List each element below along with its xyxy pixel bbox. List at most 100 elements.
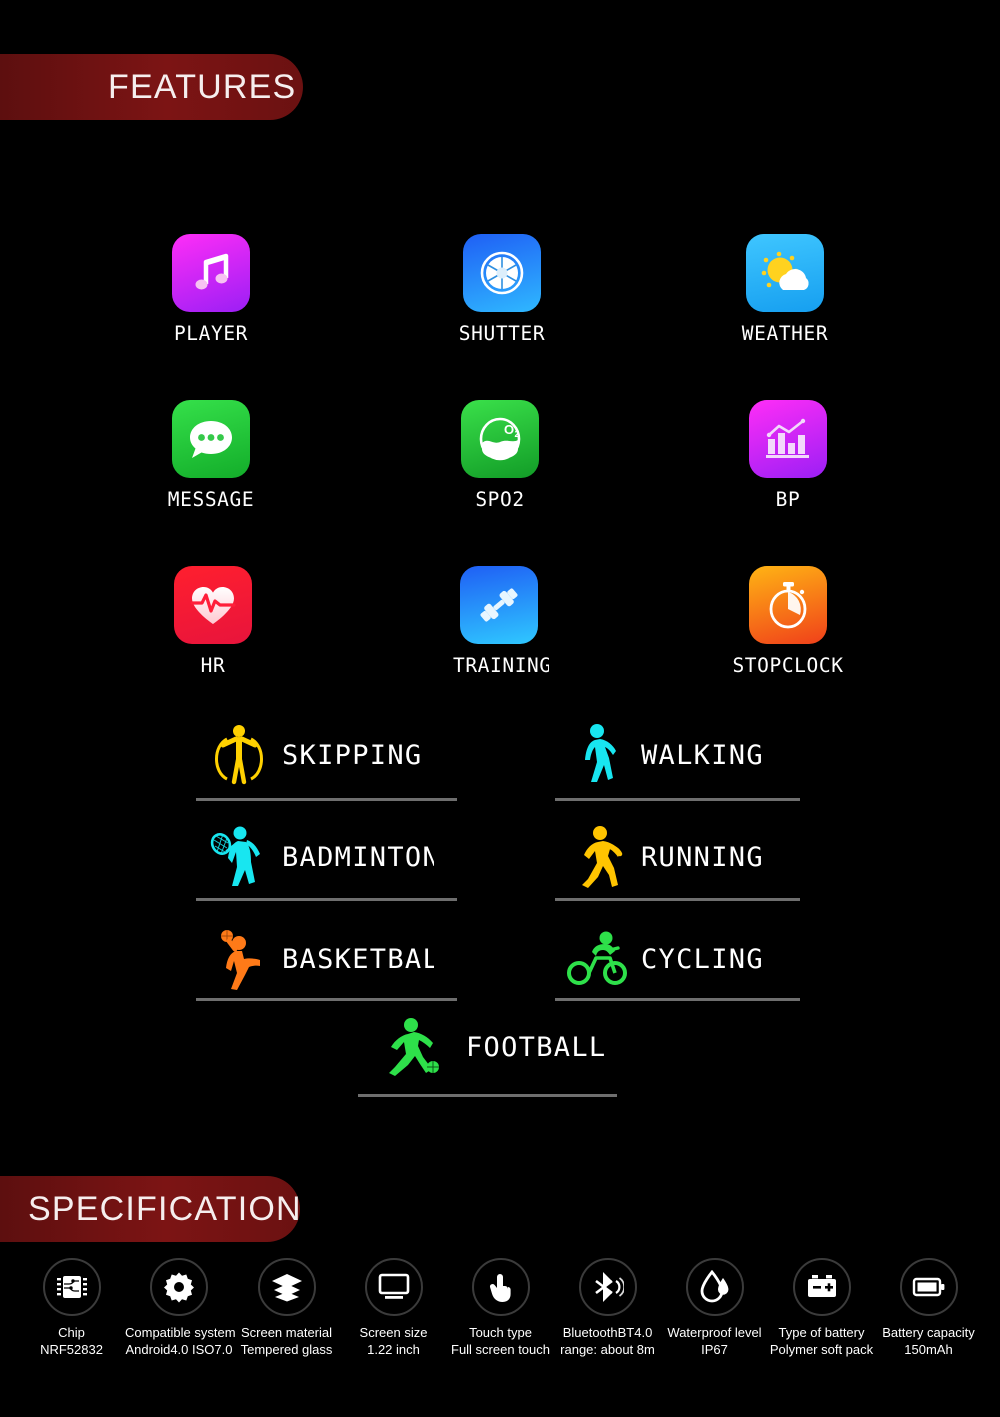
spec-title: Type of battery bbox=[778, 1325, 865, 1340]
sport-divider bbox=[555, 898, 800, 901]
app-cell-message[interactable]: MESSAGE bbox=[121, 400, 301, 511]
stopclock-app-icon[interactable] bbox=[749, 566, 827, 644]
badminton-icon bbox=[196, 822, 282, 892]
spec-item-waterproof: Waterproof level IP67 bbox=[661, 1258, 768, 1358]
weather-app-icon[interactable] bbox=[746, 234, 824, 312]
app-grid-row: PLAYER SHUTTER WEATHER bbox=[0, 234, 1000, 400]
bp-app-icon[interactable] bbox=[749, 400, 827, 478]
sport-item-badminton[interactable]: BADMINTON bbox=[196, 814, 457, 901]
app-cell-shutter[interactable]: SHUTTER bbox=[412, 234, 592, 345]
app-cell-stopclock[interactable]: STOPCLOCK bbox=[698, 566, 878, 677]
training-app-icon[interactable] bbox=[460, 566, 538, 644]
specification-banner-label: SPECIFICATION bbox=[28, 1189, 302, 1228]
specification-list: Chip NRF52832 Compatible system Android4… bbox=[0, 1258, 1000, 1358]
football-icon bbox=[358, 1015, 466, 1079]
specification-section-banner: SPECIFICATION bbox=[0, 1176, 302, 1242]
spec-title: Screen size bbox=[359, 1325, 428, 1340]
spec-item-touch-type: Touch type Full screen touch bbox=[447, 1258, 554, 1358]
music-note-icon bbox=[195, 253, 229, 290]
product-feature-page: FEATURES PLAYER SHUTTER WEATHER MESSAGE … bbox=[0, 0, 1000, 1417]
app-cell-training[interactable]: TRAINING bbox=[409, 566, 589, 677]
sport-item-cycling[interactable]: CYCLING bbox=[555, 916, 800, 1001]
app-cell-bp[interactable]: BP bbox=[698, 400, 878, 511]
spec-item-screen-size: Screen size 1.22 inch bbox=[340, 1258, 447, 1358]
message-app-label: MESSAGE bbox=[167, 488, 255, 511]
sport-divider bbox=[196, 898, 457, 901]
app-grid-row: HR TRAINING STOPCLOCK bbox=[0, 566, 1000, 732]
dumbbell-icon bbox=[480, 588, 518, 622]
hr-app-icon[interactable] bbox=[174, 566, 252, 644]
car-battery-icon-circle bbox=[792, 1258, 851, 1316]
sport-item-basketball[interactable]: BASKETBALL bbox=[196, 916, 457, 1001]
spec-item-chip: Chip NRF52832 bbox=[18, 1258, 125, 1358]
speech-bubble-icon bbox=[190, 421, 232, 458]
sport-divider bbox=[196, 998, 457, 1001]
sport-item-skipping[interactable]: SKIPPING bbox=[196, 712, 457, 801]
player-app-label: PLAYER bbox=[173, 322, 249, 345]
app-icon-grid: PLAYER SHUTTER WEATHER MESSAGE O 2 SPO2 … bbox=[0, 234, 1000, 732]
bluetooth-icon bbox=[594, 1272, 624, 1302]
monitor-icon bbox=[378, 1273, 409, 1299]
sport-label-running: RUNNING bbox=[641, 841, 764, 873]
svg-text:2: 2 bbox=[514, 429, 519, 439]
sport-divider bbox=[358, 1094, 617, 1097]
sport-divider bbox=[196, 798, 457, 801]
spec-value: Polymer soft pack bbox=[769, 1342, 874, 1357]
bar-chart-icon bbox=[766, 418, 809, 458]
app-cell-spo2[interactable]: O 2 SPO2 bbox=[410, 400, 590, 511]
car-battery-icon bbox=[807, 1275, 836, 1297]
message-app-icon[interactable] bbox=[172, 400, 250, 478]
spec-title: Touch type bbox=[469, 1325, 532, 1340]
spec-value: 150mAh bbox=[904, 1342, 953, 1357]
spo2-app-label: SPO2 bbox=[475, 488, 525, 511]
spec-item-battery-type: Type of battery Polymer soft pack bbox=[768, 1258, 875, 1358]
chip-icon-circle bbox=[42, 1258, 101, 1316]
features-banner-label: FEATURES bbox=[108, 67, 297, 106]
spec-title: Battery capacity bbox=[882, 1325, 975, 1340]
sport-label-badminton: BADMINTON bbox=[282, 841, 434, 873]
sport-label-skipping: SKIPPING bbox=[282, 739, 423, 771]
sport-item-football[interactable]: FOOTBALL bbox=[358, 1004, 617, 1097]
heart-pulse-icon bbox=[190, 587, 236, 624]
spec-item-screen-material: Screen material Tempered glass bbox=[233, 1258, 340, 1358]
app-cell-player[interactable]: PLAYER bbox=[121, 234, 301, 345]
sport-label-football: FOOTBALL bbox=[466, 1031, 607, 1063]
battery-icon bbox=[912, 1277, 944, 1297]
layers-icon bbox=[271, 1274, 302, 1302]
svg-text:O: O bbox=[504, 422, 514, 437]
spec-title: BluetoothBT4.0 bbox=[562, 1325, 653, 1340]
hand-touch-icon bbox=[489, 1274, 511, 1302]
basketball-icon bbox=[196, 925, 282, 993]
spec-item-bluetooth: BluetoothBT4.0 range: about 8m bbox=[554, 1258, 661, 1358]
bluetooth-icon-circle bbox=[578, 1258, 637, 1316]
spec-title: Waterproof level bbox=[667, 1325, 762, 1340]
spec-title: Chip bbox=[58, 1325, 85, 1340]
spec-title: Compatible system bbox=[125, 1325, 236, 1340]
shutter-app-icon[interactable] bbox=[463, 234, 541, 312]
shutter-app-label: SHUTTER bbox=[458, 322, 546, 345]
app-cell-weather[interactable]: WEATHER bbox=[695, 234, 875, 345]
app-cell-hr[interactable]: HR bbox=[123, 566, 303, 677]
water-drop-icon-circle bbox=[685, 1258, 744, 1316]
sport-divider bbox=[555, 798, 800, 801]
gear-icon bbox=[164, 1272, 194, 1303]
hr-app-label: HR bbox=[200, 654, 226, 677]
spec-value: Full screen touch bbox=[451, 1342, 550, 1357]
sport-divider bbox=[555, 998, 800, 1001]
cycling-icon bbox=[555, 928, 641, 990]
spec-item-battery-capacity: Battery capacity 150mAh bbox=[875, 1258, 982, 1358]
battery-icon-circle bbox=[899, 1258, 958, 1316]
player-app-icon[interactable] bbox=[172, 234, 250, 312]
walking-person-icon bbox=[555, 722, 641, 788]
spec-value: 1.22 inch bbox=[367, 1342, 420, 1357]
training-app-label: TRAINING bbox=[453, 654, 549, 677]
oxygen-drop-icon: O 2 bbox=[479, 417, 521, 461]
spo2-app-icon[interactable]: O 2 bbox=[461, 400, 539, 478]
skipping-rope-icon bbox=[196, 722, 282, 788]
sport-item-walking[interactable]: WALKING bbox=[555, 712, 800, 801]
gear-icon-circle bbox=[150, 1258, 208, 1316]
sport-item-running[interactable]: RUNNING bbox=[555, 814, 800, 901]
monitor-icon-circle bbox=[364, 1258, 423, 1316]
spec-title: Screen material bbox=[240, 1325, 333, 1340]
spec-value: NRF52832 bbox=[40, 1342, 103, 1357]
